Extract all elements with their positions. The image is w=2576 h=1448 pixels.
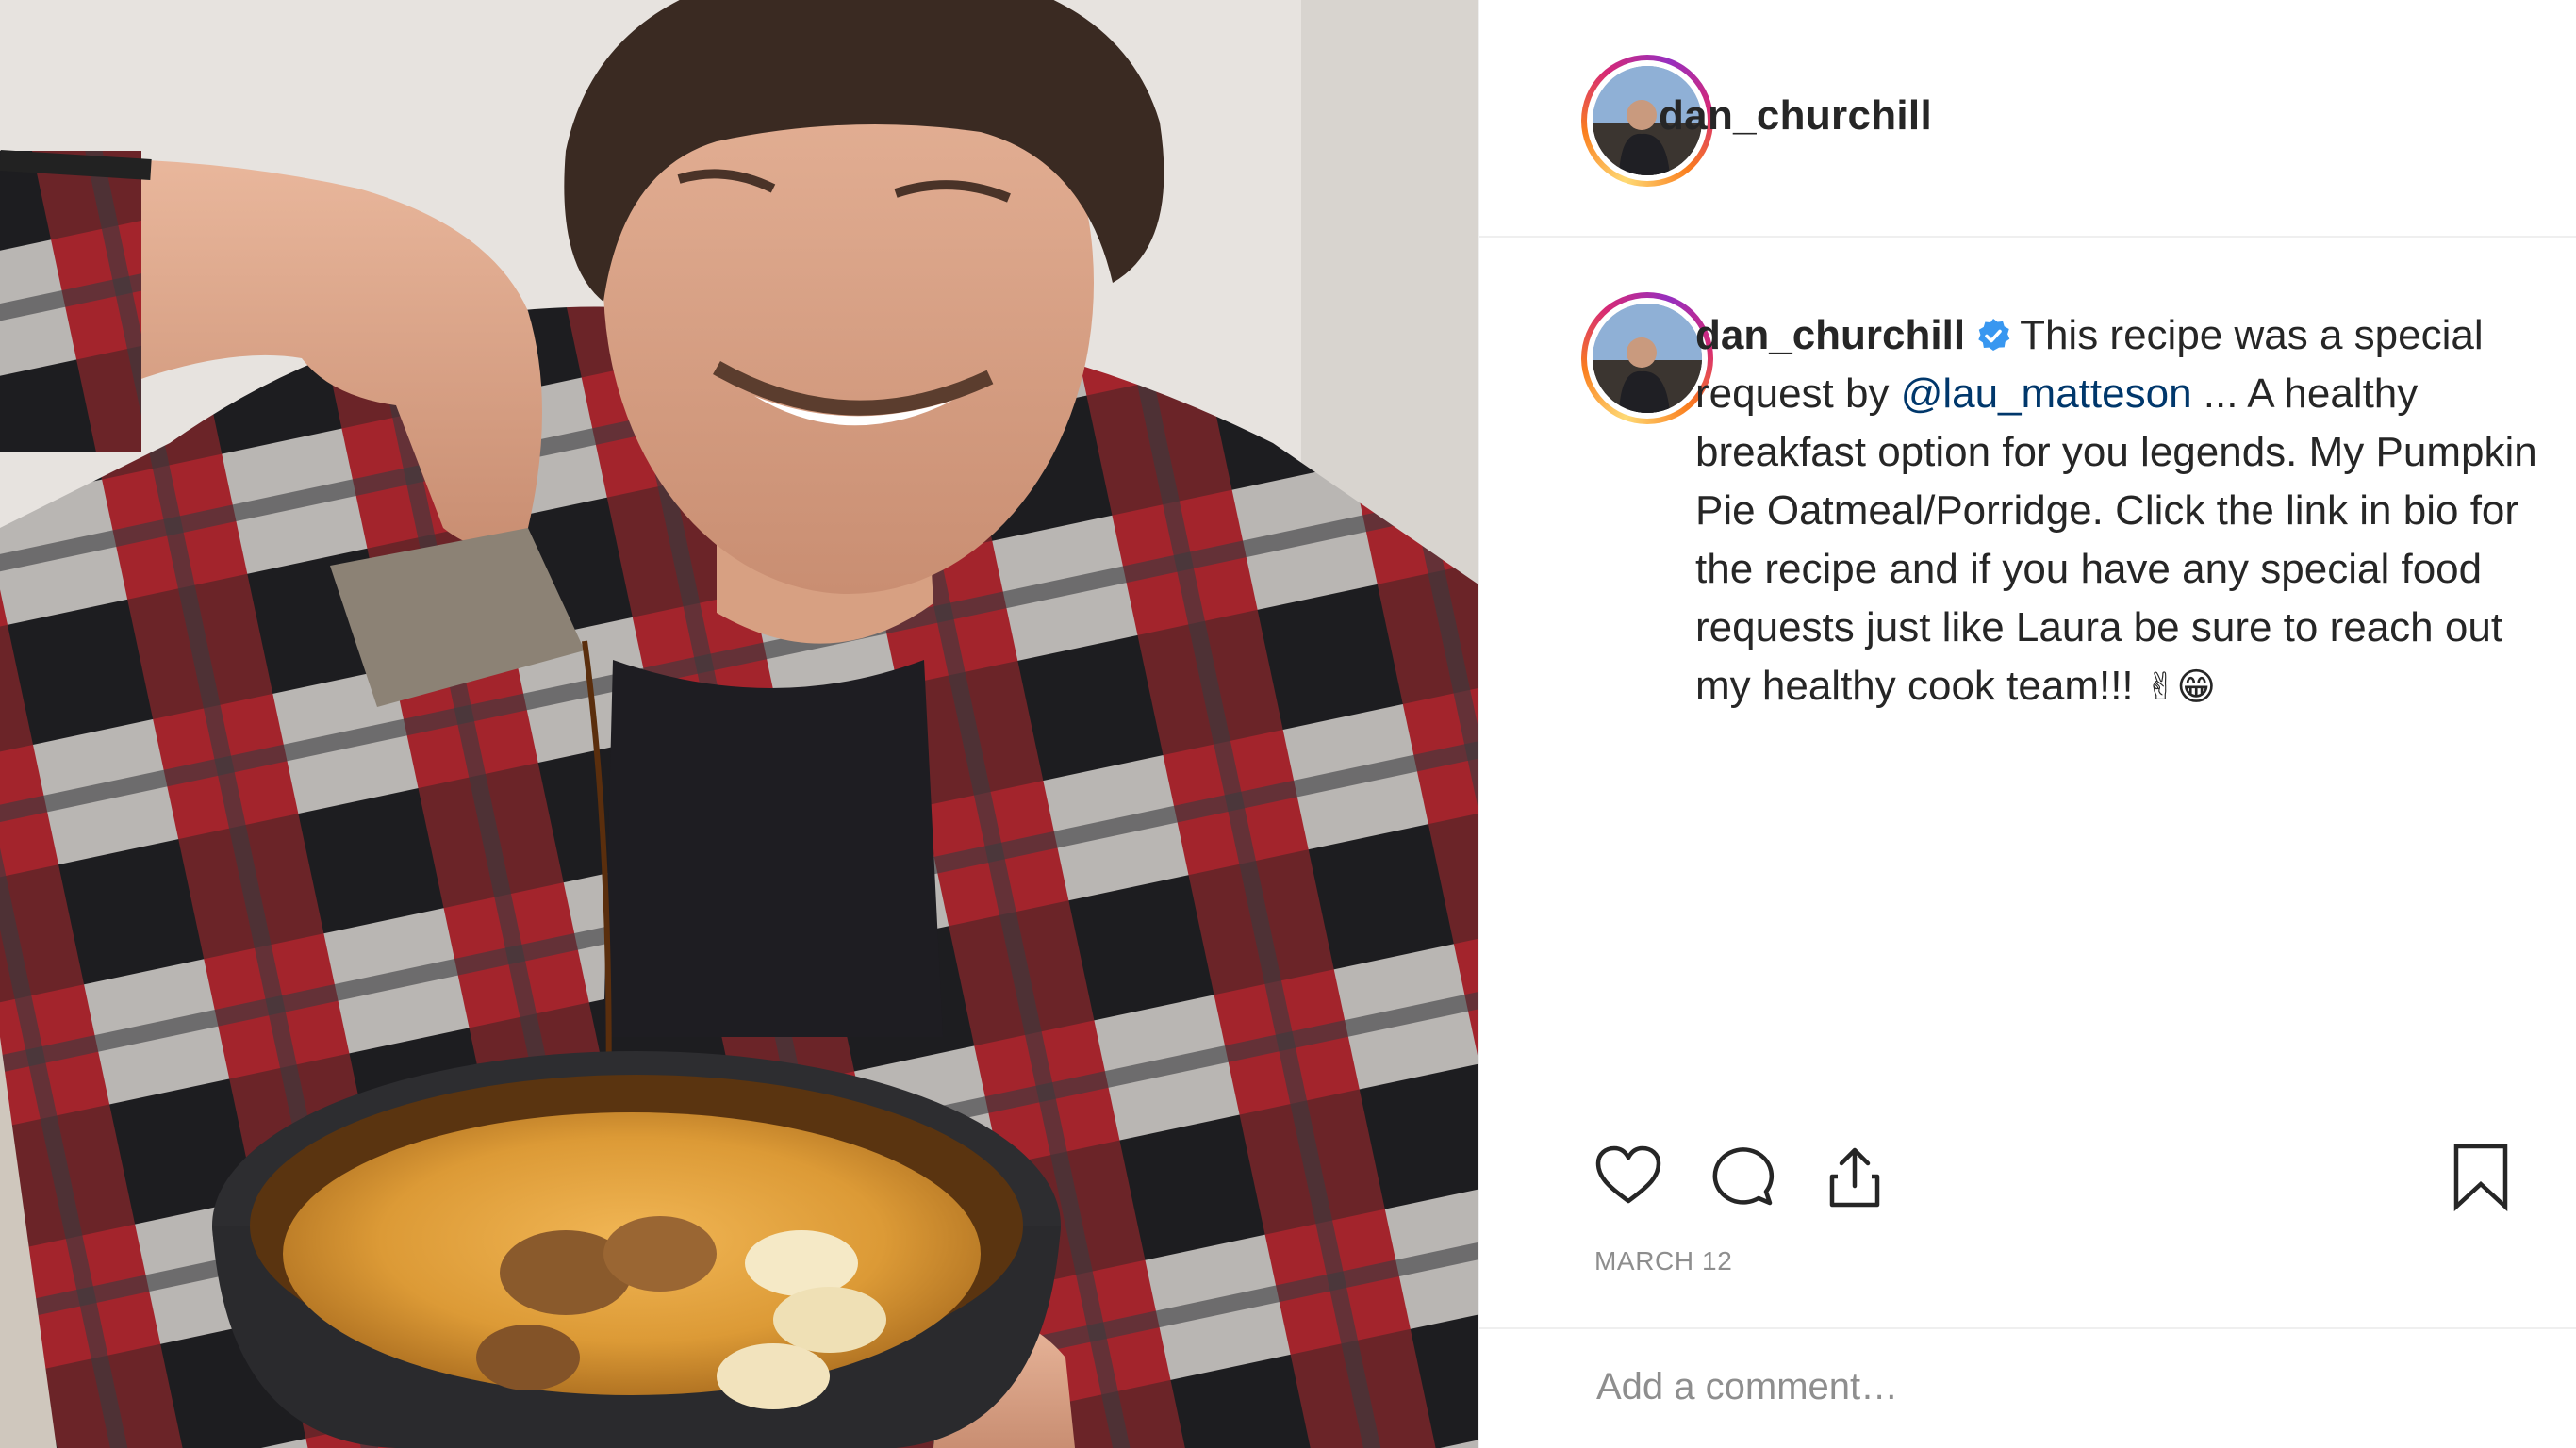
post-action-bar [1479, 1131, 2576, 1235]
post-caption: dan_churchill This recipe was a special … [1695, 306, 2544, 716]
post-photo[interactable] [0, 0, 1478, 1448]
share-button[interactable] [1817, 1139, 1892, 1214]
caption-text-after: ... A healthy breakfast option for you l… [1695, 370, 2537, 709]
avatar-photo [1593, 304, 1702, 413]
heart-icon [1595, 1145, 1661, 1204]
verified-badge-icon [1978, 319, 2010, 351]
share-icon [1829, 1147, 1880, 1208]
caption-emojis: ✌😁 [2144, 666, 2217, 708]
post-sidebar: dan_churchill dan_churchill This recipe … [1478, 0, 2576, 1448]
comment-input[interactable] [1594, 1348, 2447, 1425]
comment-button[interactable] [1704, 1139, 1779, 1214]
instagram-post: dan_churchill dan_churchill This recipe … [0, 0, 2576, 1448]
post-date[interactable]: MARCH 12 [1594, 1246, 1732, 1276]
post-header: dan_churchill [1479, 0, 2576, 238]
comment-bar [1479, 1327, 2576, 1448]
like-button[interactable] [1591, 1139, 1666, 1214]
caption-username-link[interactable]: dan_churchill [1695, 312, 1965, 358]
post-photo-art [0, 0, 1478, 1448]
comment-icon [1712, 1147, 1775, 1206]
bookmark-icon [2453, 1144, 2508, 1212]
save-button[interactable] [2443, 1139, 2518, 1214]
caption-mention-link[interactable]: @lau_matteson [1901, 370, 2192, 417]
author-username-link[interactable]: dan_churchill [1659, 92, 1932, 140]
caption-author-avatar[interactable] [1581, 292, 1713, 424]
